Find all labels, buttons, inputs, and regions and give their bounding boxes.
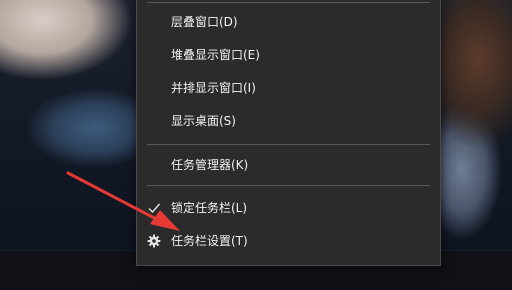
menu-item-label: 锁定任务栏(L)	[171, 201, 248, 215]
menu-item-lock-taskbar[interactable]: 锁定任务栏(L)	[137, 193, 440, 223]
menu-item-task-manager[interactable]: 任务管理器(K)	[137, 150, 440, 180]
menu-item-label: 堆叠显示窗口(E)	[171, 48, 260, 62]
checkmark-icon	[148, 203, 161, 214]
menu-separator	[147, 144, 430, 145]
menu-separator	[147, 2, 430, 3]
taskbar-context-menu: 层叠窗口(D) 堆叠显示窗口(E) 并排显示窗口(I) 显示桌面(S) 任务管理…	[136, 0, 441, 266]
menu-item-label: 显示桌面(S)	[171, 114, 236, 128]
menu-item-label: 并排显示窗口(I)	[171, 81, 256, 95]
menu-item-side-by-side-windows[interactable]: 并排显示窗口(I)	[137, 73, 440, 103]
menu-item-taskbar-settings[interactable]: 任务栏设置(T)	[137, 226, 440, 256]
menu-item-show-desktop[interactable]: 显示桌面(S)	[137, 106, 440, 136]
menu-separator	[147, 185, 430, 186]
menu-item-label: 层叠窗口(D)	[171, 15, 238, 29]
menu-item-label: 任务栏设置(T)	[171, 234, 248, 248]
menu-item-cascade-windows[interactable]: 层叠窗口(D)	[137, 7, 440, 37]
menu-item-stack-windows[interactable]: 堆叠显示窗口(E)	[137, 40, 440, 70]
menu-item-label: 任务管理器(K)	[171, 158, 249, 172]
gear-icon	[147, 234, 161, 248]
